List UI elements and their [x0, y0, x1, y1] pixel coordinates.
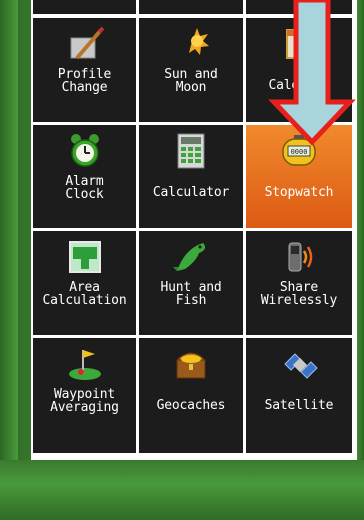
tile-partial-top-3[interactable] — [246, 0, 352, 14]
bezel-left — [0, 0, 18, 460]
tile-partial-top-1[interactable] — [33, 0, 136, 14]
tile-satellite[interactable]: Satellite — [246, 338, 352, 453]
geocaches-icon — [169, 344, 213, 384]
tile-label: Stopwatch — [264, 185, 334, 200]
tile-label: Calculator — [152, 185, 230, 200]
tile-label: Area Calculation — [42, 280, 127, 308]
tile-waypoint-averaging[interactable]: Waypoint Averaging — [33, 338, 136, 453]
calendar-icon — [277, 24, 321, 64]
bottom-bezel — [0, 460, 364, 520]
tile-label: Waypoint Averaging — [50, 387, 119, 415]
tile-label: Share Wirelessly — [260, 280, 338, 308]
svg-text:0000: 0000 — [291, 148, 308, 156]
waypoint-averaging-icon — [63, 344, 107, 384]
tile-alarm-clock[interactable]: Alarm Clock — [33, 125, 136, 228]
alarm-clock-icon — [63, 131, 107, 171]
tile-profile-change[interactable]: Profile Change — [33, 18, 136, 122]
tile-area-calculation[interactable]: Area Calculation — [33, 231, 136, 335]
sun-moon-icon — [169, 24, 213, 64]
tile-label: Geocaches — [156, 398, 226, 413]
app-menu-grid: Profile Change Sun and Moon Calendar Ala… — [31, 0, 357, 460]
tile-sun-and-moon[interactable]: Sun and Moon — [139, 18, 243, 122]
tile-label: Alarm Clock — [65, 174, 104, 202]
hunt-fish-icon — [169, 237, 213, 277]
tile-label: Calendar — [268, 78, 330, 93]
tile-label: Hunt and Fish — [160, 280, 222, 308]
stopwatch-icon: 0000 — [277, 131, 321, 171]
tile-label: Satellite — [264, 398, 334, 413]
profile-change-icon — [63, 24, 107, 64]
tile-stopwatch[interactable]: 0000 Stopwatch — [246, 125, 352, 228]
tile-share-wirelessly[interactable]: Share Wirelessly — [246, 231, 352, 335]
share-wirelessly-icon — [277, 237, 321, 277]
tile-calendar[interactable]: Calendar — [246, 18, 352, 122]
tile-hunt-and-fish[interactable]: Hunt and Fish — [139, 231, 243, 335]
satellite-icon — [277, 344, 321, 384]
tile-calculator[interactable]: Calculator — [139, 125, 243, 228]
device-screen: Profile Change Sun and Moon Calendar Ala… — [0, 0, 364, 520]
tile-label: Profile Change — [57, 67, 112, 95]
tile-label: Sun and Moon — [164, 67, 218, 95]
area-calculation-icon — [63, 237, 107, 277]
tile-geocaches[interactable]: Geocaches — [139, 338, 243, 453]
tile-partial-top-2[interactable] — [139, 0, 243, 14]
calculator-icon — [169, 131, 213, 171]
